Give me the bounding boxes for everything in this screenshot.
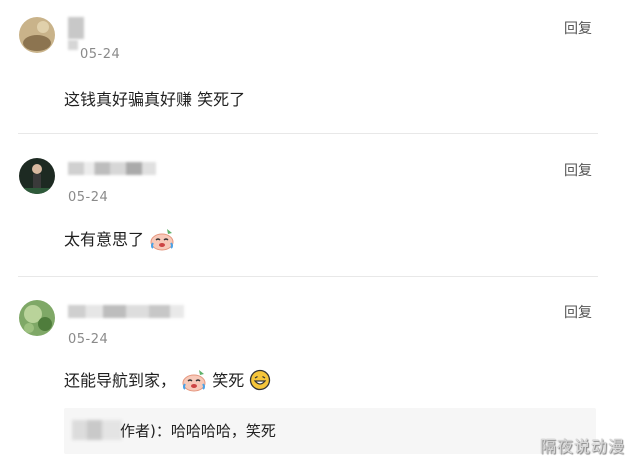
username-redacted <box>72 420 122 440</box>
divider <box>18 133 598 134</box>
reply-button[interactable]: 回复 <box>564 302 592 322</box>
avatar[interactable] <box>19 17 55 53</box>
comment-text-label: 太有意思了 <box>64 230 145 249</box>
username-redacted <box>68 162 156 175</box>
crying-laughing-emoji-icon <box>181 368 207 396</box>
watermark: 隔夜说动漫 <box>540 437 626 456</box>
reply-button[interactable]: 回复 <box>564 160 592 180</box>
username-redacted <box>68 40 78 50</box>
username-redacted <box>68 17 84 39</box>
comment-date: 05-24 <box>80 47 121 62</box>
avatar[interactable] <box>19 158 55 194</box>
grinning-emoji-icon <box>249 369 271 395</box>
avatar[interactable] <box>19 300 55 336</box>
author-tag: 作者)： <box>120 422 171 440</box>
sub-reply: 作者)：哈哈哈哈，笑死 <box>64 408 596 454</box>
divider <box>18 276 598 277</box>
comment-text: 太有意思了 <box>64 226 175 255</box>
comment-text-label: 还能导航到家， <box>64 371 177 390</box>
reply-button[interactable]: 回复 <box>564 18 592 38</box>
crying-laughing-emoji-icon <box>149 227 175 255</box>
sub-reply-content: 哈哈哈哈，笑死 <box>170 422 276 440</box>
comment-date: 05-24 <box>68 332 109 347</box>
comment-date: 05-24 <box>68 190 109 205</box>
comment-text-label: 笑死 <box>212 371 245 390</box>
username-redacted <box>68 305 184 318</box>
comment-text: 还能导航到家， 笑死 <box>64 367 271 396</box>
sub-reply-text: 作者)：哈哈哈哈，笑死 <box>120 420 276 441</box>
comment-text: 这钱真好骗真好赚 笑死了 <box>64 90 246 109</box>
